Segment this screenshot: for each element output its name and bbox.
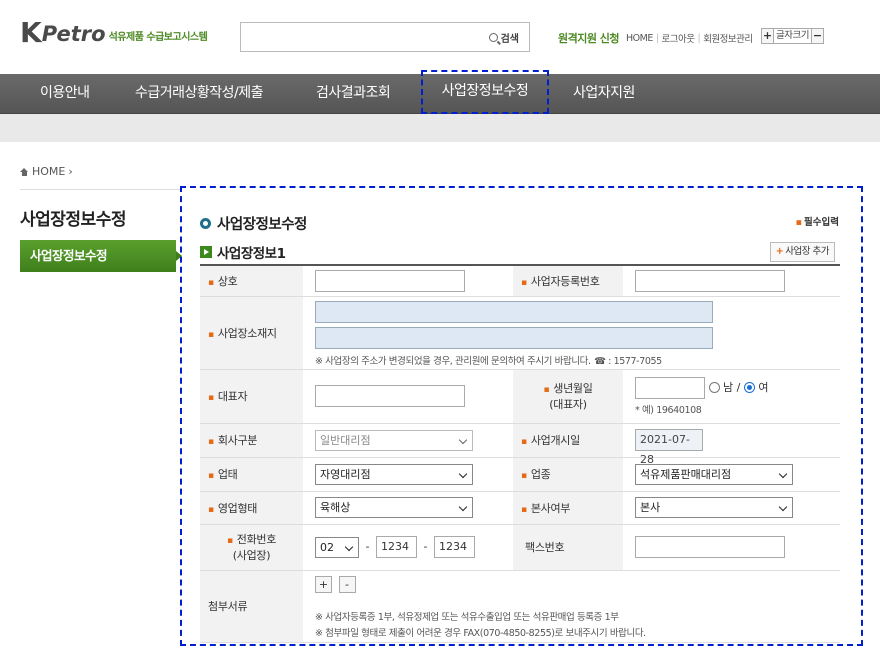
birth-example: * 예) 19640108	[635, 404, 702, 416]
circle-bullet-icon	[200, 218, 211, 229]
logo-k: K	[20, 16, 42, 49]
chevron-down-icon	[778, 502, 788, 512]
bizno-label: ▪ 사업자등록번호	[513, 265, 623, 297]
open-date-input[interactable]: 2021-07-28	[635, 429, 703, 466]
business-info-form: ▪ 상호 ▪ 사업자등록번호 ▪ 사업장소재지 ※ 사업장의 주소가 변경되었을 경우…	[200, 264, 840, 643]
phone-dash: -	[365, 540, 370, 553]
address-line1-input[interactable]	[315, 301, 713, 323]
remote-support-link[interactable]: 원격지원 신청	[558, 30, 620, 46]
fax-input[interactable]	[635, 536, 785, 558]
fax-label: 팩스번호	[513, 524, 623, 571]
section-title: 사업장정보1	[200, 242, 286, 262]
search-icon	[488, 33, 498, 42]
gender-separator: /	[736, 380, 741, 394]
divider: |	[697, 32, 701, 44]
company-type-select[interactable]: 일반대리점	[315, 429, 473, 451]
sales-type-select[interactable]: 육해상	[315, 497, 473, 518]
add-business-button[interactable]: + 사업장 추가	[769, 242, 835, 262]
attach-note-2: ※ 첨부파일 형태로 제출이 어려운 경우 FAX(070-4850-8255)…	[315, 627, 646, 639]
gender-male-radio[interactable]	[708, 382, 720, 393]
breadcrumb: HOME ›	[20, 165, 73, 178]
font-size-plus-button[interactable]: +	[761, 28, 774, 44]
logo-subtitle: 석유제품 수급보고시스템	[108, 32, 208, 43]
phone-mid-input[interactable]: 1234	[375, 536, 417, 558]
main-nav: 이용안내 수급거래상황작성/제출 검사결과조회 사업장정보수정 사업자지원	[0, 70, 880, 114]
birth-date-input[interactable]	[635, 376, 705, 399]
chevron-down-icon	[344, 542, 354, 551]
chevron-down-icon	[778, 469, 788, 478]
gender-female-radio[interactable]	[743, 382, 755, 393]
search-input[interactable]: 검색	[240, 22, 530, 52]
font-size-label: 글자크기	[774, 28, 811, 44]
address-label: ▪ 사업장소재지	[200, 296, 303, 370]
bizno-input[interactable]	[635, 269, 785, 292]
search-button-label: 검색	[500, 34, 519, 45]
section-title-text: 사업장정보1	[217, 246, 286, 262]
nav-inspection[interactable]: 검사결과조회	[316, 74, 391, 114]
birth-label: ▪ 생년월일 (대표자)	[513, 369, 623, 424]
logout-link[interactable]: 로그아웃	[662, 31, 695, 45]
industry-label: ▪ 업종	[513, 457, 623, 492]
representative-label: ▪ 대표자	[200, 369, 303, 424]
nav-business-info[interactable]: 사업장정보수정	[421, 70, 549, 114]
page-title-text: 사업장정보수정	[217, 217, 307, 233]
business-label: ▪ 업태	[200, 457, 303, 492]
play-arrow-icon	[200, 246, 212, 258]
sub-menu-bar	[0, 114, 880, 142]
nav-business-support[interactable]: 사업자지원	[573, 74, 635, 114]
address-note: ※ 사업장의 주소가 변경되었을 경우, 관리원에 문의하여 주시기 바랍니다.	[315, 356, 591, 367]
add-business-label: 사업장 추가	[785, 246, 829, 257]
sidebar-title: 사업장정보수정	[20, 210, 126, 230]
phone-label: ▪ 전화번호 (사업장)	[200, 524, 303, 571]
logo-petro: Petro	[41, 22, 106, 46]
address-line2-input[interactable]	[315, 327, 713, 349]
phone-area-select[interactable]: 02	[315, 536, 359, 558]
gender-female-label: 여	[758, 380, 769, 394]
company-name-input[interactable]	[315, 269, 465, 292]
plus-icon: +	[775, 246, 784, 257]
open-date-label: ▪ 사업개시일	[513, 423, 623, 458]
attach-add-button[interactable]: +	[315, 575, 332, 593]
home-link[interactable]: HOME	[626, 33, 653, 44]
member-info-link[interactable]: 회원정보관리	[703, 31, 753, 45]
font-size-control: + 글자크기 −	[761, 28, 824, 44]
required-note: 필수입력	[796, 214, 839, 228]
page-title: 사업장정보수정	[200, 213, 307, 234]
nav-report[interactable]: 수급거래상황작성/제출	[135, 74, 264, 114]
chevron-right-icon: ›	[68, 165, 73, 178]
attach-note-1: ※ 사업자등록증 1부, 석유정제업 또는 석유수출입업 또는 석유판매업 등록…	[315, 611, 619, 623]
home-icon	[20, 167, 29, 176]
font-size-minus-button[interactable]: −	[810, 28, 824, 44]
hq-select[interactable]: 본사	[635, 497, 793, 518]
representative-input[interactable]	[315, 385, 465, 407]
breadcrumb-divider	[20, 189, 180, 190]
sales-type-label: ▪ 영업형태	[200, 491, 303, 525]
main-content: 사업장정보수정 필수입력 사업장정보1 +사업장 추가 ▪상호 ▪사업자등록번호…	[180, 186, 863, 646]
gender-male-label: 남	[723, 380, 734, 394]
phone-last-input[interactable]: 1234	[433, 536, 475, 558]
divider: |	[655, 32, 659, 44]
phone-dash: -	[423, 540, 428, 553]
industry-select[interactable]: 석유제품판매대리점	[635, 463, 793, 485]
address-phone: ☎ : 1577-7055	[594, 356, 662, 367]
top-links: HOME | 로그아웃 | 회원정보관리	[626, 31, 753, 46]
nav-guide[interactable]: 이용안내	[40, 74, 90, 114]
company-label: ▪ 상호	[200, 265, 303, 297]
chevron-down-icon	[458, 435, 468, 444]
business-select[interactable]: 자영대리점	[315, 463, 473, 485]
search-button[interactable]: 검색	[488, 30, 519, 45]
breadcrumb-home[interactable]: HOME	[32, 165, 65, 178]
attach-remove-button[interactable]: -	[338, 575, 356, 593]
company-type-label: ▪ 회사구분	[200, 423, 303, 458]
attach-label: 첨부서류	[200, 570, 303, 643]
chevron-down-icon	[458, 502, 468, 512]
chevron-down-icon	[458, 469, 468, 478]
sidebar-item-business-info[interactable]: 사업장정보수정	[20, 240, 182, 272]
logo[interactable]: K Petro 석유제품 수급보고시스템	[20, 16, 208, 49]
hq-label: ▪ 본사여부	[513, 491, 623, 525]
header: K Petro 석유제품 수급보고시스템 검색 원격지원 신청 HOME | 로…	[0, 0, 880, 74]
